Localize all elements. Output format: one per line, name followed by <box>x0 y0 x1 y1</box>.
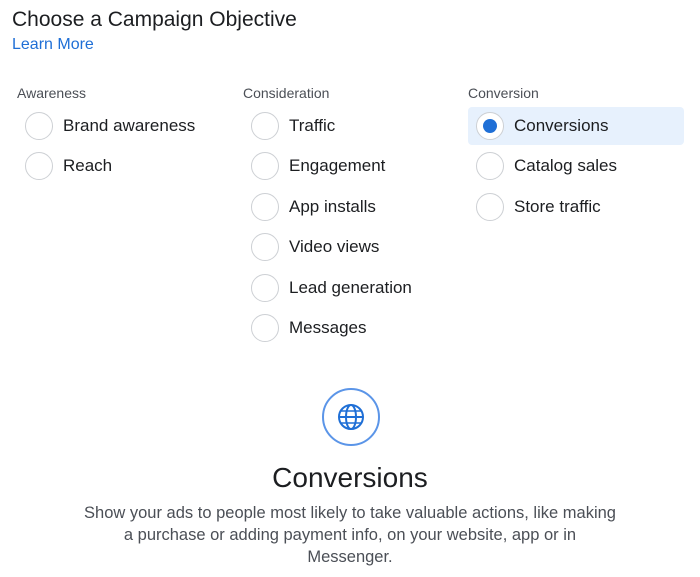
option-label: Brand awareness <box>63 116 196 135</box>
column-heading-consideration: Consideration <box>243 85 330 101</box>
radio-button[interactable] <box>251 152 279 180</box>
radio-button[interactable] <box>251 112 279 140</box>
page-title: Choose a Campaign Objective <box>12 8 297 31</box>
option-label: Reach <box>63 156 113 175</box>
option-reach[interactable]: Reach <box>25 147 112 185</box>
globe-icon <box>322 388 380 446</box>
option-label: Engagement <box>289 156 386 175</box>
option-brand-awareness[interactable]: Brand awareness <box>25 107 195 145</box>
radio-button[interactable] <box>476 193 504 221</box>
option-catalog-sales[interactable]: Catalog sales <box>476 147 617 185</box>
option-label: Catalog sales <box>514 156 618 175</box>
radio-button[interactable] <box>476 152 504 180</box>
option-lead-generation[interactable]: Lead generation <box>251 269 412 307</box>
option-store-traffic[interactable]: Store traffic <box>476 188 601 226</box>
objective-title: Conversions <box>272 462 428 493</box>
option-label: Conversions <box>514 116 609 135</box>
option-label: Video views <box>289 237 380 256</box>
radio-button[interactable] <box>251 193 279 221</box>
objective-description: Show your ads to people most likely to t… <box>84 504 616 566</box>
radio-button-selected[interactable] <box>476 112 504 140</box>
column-heading-conversion: Conversion <box>468 85 539 101</box>
radio-button[interactable] <box>251 274 279 302</box>
option-label: Traffic <box>289 116 336 135</box>
option-label: App installs <box>289 197 376 216</box>
radio-button[interactable] <box>25 152 53 180</box>
learn-more-link[interactable]: Learn More <box>12 36 94 54</box>
column-heading-awareness: Awareness <box>17 85 87 101</box>
option-messages[interactable]: Messages <box>251 309 366 347</box>
option-label: Store traffic <box>514 197 601 216</box>
option-traffic[interactable]: Traffic <box>251 107 335 145</box>
option-conversions[interactable]: Conversions <box>468 107 684 145</box>
radio-dot <box>483 119 497 133</box>
option-app-installs[interactable]: App installs <box>251 188 376 226</box>
radio-button[interactable] <box>251 233 279 261</box>
option-engagement[interactable]: Engagement <box>251 147 385 185</box>
radio-button[interactable] <box>251 314 279 342</box>
radio-button[interactable] <box>25 112 53 140</box>
option-label: Messages <box>289 318 367 337</box>
option-label: Lead generation <box>289 278 412 297</box>
option-video-views[interactable]: Video views <box>251 228 379 266</box>
